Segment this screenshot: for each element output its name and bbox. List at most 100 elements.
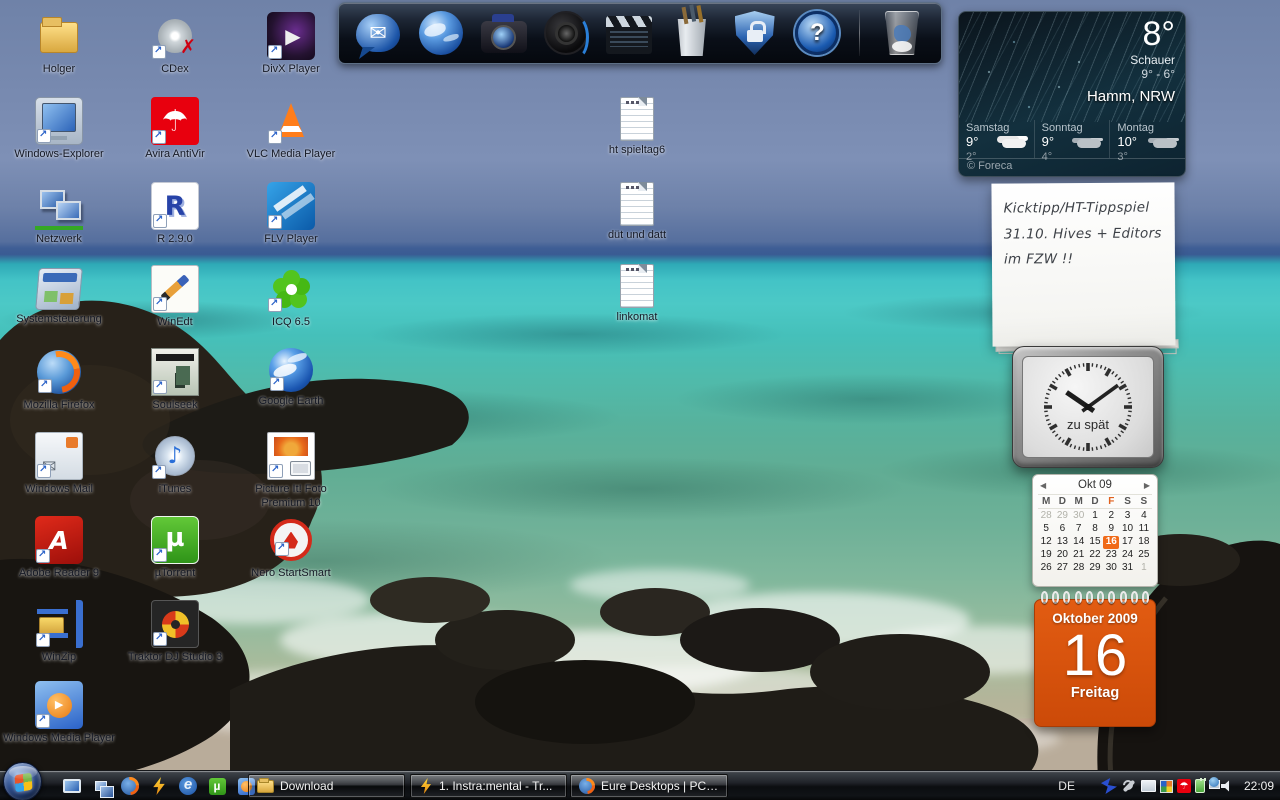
desktop-icon-torrent[interactable]: µTorrent: [118, 516, 232, 581]
desktop-icon-avira-antivir[interactable]: Avira AntiVir: [118, 97, 232, 162]
calendar-day[interactable]: 6: [1054, 523, 1070, 536]
icon-label: R 2.9.0: [157, 233, 192, 247]
calendar-day[interactable]: 7: [1071, 523, 1087, 536]
calendar-day[interactable]: 28: [1038, 510, 1054, 523]
calendar-day[interactable]: 22: [1087, 549, 1103, 562]
calendar-day[interactable]: 29: [1054, 510, 1070, 523]
dock-item-help[interactable]: [792, 6, 842, 60]
desktop-icon-traktor-dj-studio-3[interactable]: Traktor DJ Studio 3: [118, 600, 232, 665]
calendar-day[interactable]: 13: [1054, 536, 1070, 549]
taskbar-clock[interactable]: 22:09: [1244, 779, 1274, 793]
tray-color-profile-icon[interactable]: [1160, 780, 1173, 793]
notes-gadget[interactable]: Kicktipp/HT-Tippspiel 31.10. Hives + Edi…: [991, 182, 1175, 346]
calendar-day[interactable]: 4: [1136, 510, 1152, 523]
taskbar-button-eure-desktops-pc[interactable]: Eure Desktops | PC ...: [570, 774, 728, 798]
desktop-icon-picture-it-foto-premium-10[interactable]: Picture It! Foto Premium 10: [234, 432, 348, 511]
desktop-icon-windows-explorer[interactable]: Windows-Explorer: [2, 97, 116, 162]
tray-volume-icon[interactable]: [1221, 780, 1234, 793]
calendar-day[interactable]: 1: [1136, 562, 1152, 575]
calendar-day[interactable]: 14: [1071, 536, 1087, 549]
dock-item-pen-cup[interactable]: [667, 6, 717, 60]
calendar-day[interactable]: 1: [1087, 510, 1103, 523]
clock-gadget[interactable]: zu spät: [1012, 346, 1164, 468]
calendar-day[interactable]: 15: [1087, 536, 1103, 549]
date-page-gadget[interactable]: Oktober 2009 16 Freitag: [1034, 591, 1156, 727]
dock-item-globe[interactable]: [416, 6, 466, 60]
dock-item-shield-lock[interactable]: [730, 6, 780, 60]
desktop-icon-soulseek[interactable]: Soulseek: [118, 348, 232, 413]
taskbar-button-download[interactable]: Download: [248, 774, 405, 798]
tray-messenger-bird-icon[interactable]: [1101, 778, 1117, 794]
desktop-icon-d-t-und-datt[interactable]: düt und datt: [580, 180, 694, 243]
current-temperature: 8°: [1087, 17, 1175, 53]
winmail-icon: [35, 432, 83, 480]
calendar-day[interactable]: 19: [1038, 549, 1054, 562]
desktop-icon-linkomat[interactable]: linkomat: [580, 262, 694, 325]
shortcut-arrow-icon: [269, 464, 283, 478]
taskbar-button-1-instra-mental-tr[interactable]: 1. Instra:mental - Tr...: [410, 774, 567, 798]
weather-gadget[interactable]: 8° Schauer 9° - 6° Hamm, NRW Samstag9°2°…: [958, 11, 1186, 177]
calendar-day[interactable]: 18: [1136, 536, 1152, 549]
calendar-day[interactable]: 21: [1071, 549, 1087, 562]
desktop-icon-windows-mail[interactable]: Windows Mail: [2, 432, 116, 497]
calendar-day[interactable]: 10: [1119, 523, 1135, 536]
desktop-icon-itunes[interactable]: iTunes: [118, 432, 232, 497]
dock-item-clapperboard[interactable]: [604, 6, 654, 60]
desktop-icon-flv-player[interactable]: FLV Player: [234, 182, 348, 247]
desktop-icon-vlc-media-player[interactable]: VLC Media Player: [234, 97, 348, 162]
calendar-next-icon[interactable]: ▶: [1144, 481, 1150, 490]
shortcut-arrow-icon: [153, 548, 167, 562]
calendar-day[interactable]: 5: [1038, 523, 1054, 536]
desktop-icon-ht-spieltag6[interactable]: ht spieltag6: [580, 95, 694, 158]
desktop-icon-netzwerk[interactable]: Netzwerk: [2, 182, 116, 247]
calendar-day[interactable]: 29: [1087, 562, 1103, 575]
calendar-day[interactable]: 31: [1119, 562, 1135, 575]
calendar-day[interactable]: 30: [1103, 562, 1119, 575]
desktop-icon-cdex[interactable]: CDex: [118, 12, 232, 77]
dock-item-mail[interactable]: [353, 6, 403, 60]
calendar-day[interactable]: 25: [1136, 549, 1152, 562]
calendar-day[interactable]: 17: [1119, 536, 1135, 549]
desktop-icon-google-earth[interactable]: Google Earth: [234, 348, 348, 409]
calendar-day[interactable]: 27: [1054, 562, 1070, 575]
desktop-icon-mozilla-firefox[interactable]: Mozilla Firefox: [2, 348, 116, 413]
tray-tools-icon[interactable]: [1121, 778, 1137, 794]
calendar-day[interactable]: 24: [1119, 549, 1135, 562]
desktop-icon-winedt[interactable]: WinEdt: [118, 265, 232, 330]
desktop-icon-nero-startsmart[interactable]: Nero StartSmart: [234, 516, 348, 581]
dock-item-camera[interactable]: [479, 6, 529, 60]
tray-network-icon[interactable]: [1209, 780, 1220, 789]
calendar-day[interactable]: 20: [1054, 549, 1070, 562]
calendar-day[interactable]: 28: [1071, 562, 1087, 575]
desktop-icon-adobe-reader-9[interactable]: Adobe Reader 9: [2, 516, 116, 581]
calendar-day[interactable]: 3: [1119, 510, 1135, 523]
calendar-today[interactable]: 16: [1103, 536, 1119, 549]
shortcut-arrow-icon: [152, 465, 166, 479]
calendar-day[interactable]: 12: [1038, 536, 1054, 549]
calendar-prev-icon[interactable]: ◀: [1040, 481, 1046, 490]
desktop-icon-winzip[interactable]: WinZip: [2, 600, 116, 665]
desktop-icon-divx-player[interactable]: DivX Player: [234, 12, 348, 77]
desktop-icon-systemsteuerung[interactable]: Systemsteuerung: [2, 265, 116, 327]
desktop-icon-windows-media-player[interactable]: Windows Media Player: [2, 681, 116, 746]
weekday-header: M: [1071, 496, 1087, 507]
desktop-icon-icq-6-5[interactable]: ICQ 6.5: [234, 265, 348, 330]
calendar-gadget[interactable]: ◀ Okt 09 ▶ MDMDFSS 282930123456789101112…: [1032, 474, 1158, 587]
tray-avira-icon[interactable]: [1177, 779, 1191, 793]
forecast-day-name: Samstag: [966, 122, 1027, 134]
dock-item-speaker[interactable]: [541, 6, 591, 60]
dock-item-trash[interactable]: [877, 6, 927, 60]
calendar-day[interactable]: 26: [1038, 562, 1054, 575]
desktop-icon-r-2-9-0[interactable]: R 2.9.0: [118, 182, 232, 247]
calendar-day[interactable]: 11: [1136, 523, 1152, 536]
calendar-day[interactable]: 2: [1103, 510, 1119, 523]
tray-power-plug-icon[interactable]: [1195, 779, 1205, 793]
calendar-day[interactable]: 23: [1103, 549, 1119, 562]
desktop-icon-holger[interactable]: Holger: [2, 12, 116, 77]
tray-display-icon[interactable]: [1141, 780, 1156, 792]
cloud-icon: [1002, 139, 1026, 148]
language-indicator[interactable]: DE: [1058, 779, 1075, 793]
calendar-day[interactable]: 30: [1071, 510, 1087, 523]
calendar-day[interactable]: 8: [1087, 523, 1103, 536]
calendar-day[interactable]: 9: [1103, 523, 1119, 536]
